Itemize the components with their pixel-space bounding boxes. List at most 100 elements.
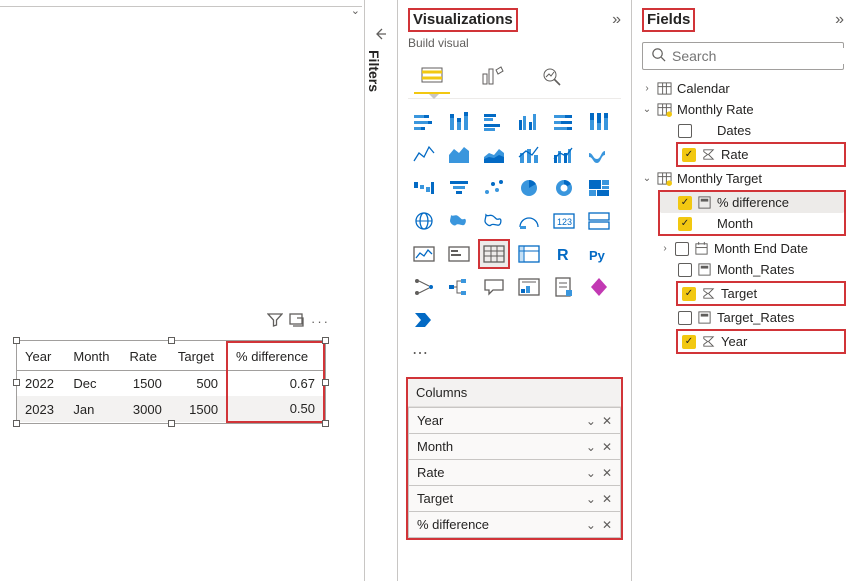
viz-gauge-icon[interactable] — [513, 206, 545, 236]
remove-field-icon[interactable]: ✕ — [602, 518, 612, 532]
more-visuals-icon[interactable]: ⋯ — [412, 343, 429, 363]
field-well-item[interactable]: Year⌄✕ — [408, 407, 621, 434]
remove-field-icon[interactable]: ✕ — [602, 440, 612, 454]
field-target[interactable]: ✓ Target — [676, 281, 846, 306]
viz-filled-map-icon[interactable] — [443, 206, 475, 236]
field-rate[interactable]: ✓ Rate — [676, 142, 846, 167]
tab-build-visual[interactable] — [414, 58, 450, 94]
viz-py-visual-icon[interactable]: Py — [583, 239, 615, 269]
viz-matrix-icon[interactable] — [513, 239, 545, 269]
viz-smart-narrative-icon[interactable] — [513, 272, 545, 302]
collapse-pane-icon[interactable] — [835, 11, 844, 29]
col-year[interactable]: Year — [17, 342, 65, 371]
search-input[interactable] — [672, 48, 853, 64]
field-dates[interactable]: Dates — [638, 120, 848, 141]
col-pct-difference[interactable]: % difference — [227, 342, 324, 371]
col-month[interactable]: Month — [65, 342, 121, 371]
chevron-down-icon[interactable]: ⌄ — [586, 414, 596, 428]
field-pct-difference[interactable]: ✓ % difference — [660, 192, 844, 213]
viz-r-visual-icon[interactable]: R — [548, 239, 580, 269]
table-node-monthly-target[interactable]: ⌄ Monthly Target — [638, 168, 848, 189]
viz-treemap-icon[interactable] — [583, 173, 615, 203]
viz-map-icon[interactable] — [408, 206, 440, 236]
expand-left-icon[interactable] — [373, 26, 389, 45]
field-label: Dates — [717, 123, 751, 138]
viz-pie-icon[interactable] — [513, 173, 545, 203]
table-visual[interactable]: ··· Year Month Rate Target % difference — [16, 340, 326, 424]
viz-area-icon[interactable] — [443, 140, 475, 170]
collapse-icon[interactable]: ⌄ — [642, 173, 652, 184]
field-checkbox[interactable]: ✓ — [678, 217, 692, 231]
chevron-down-icon[interactable]: ⌄ — [586, 518, 596, 532]
table-node-calendar[interactable]: › Calendar — [638, 78, 848, 99]
collapse-pane-icon[interactable] — [612, 11, 621, 29]
viz-multirow-card-icon[interactable] — [583, 206, 615, 236]
viz-stacked-bar-icon[interactable] — [408, 107, 440, 137]
viz-line-stacked-column-icon[interactable] — [513, 140, 545, 170]
chevron-down-icon[interactable]: ⌄ — [586, 466, 596, 480]
remove-field-icon[interactable]: ✕ — [602, 414, 612, 428]
expand-icon[interactable]: › — [642, 83, 652, 94]
viz-ribbon-icon[interactable] — [583, 140, 615, 170]
col-rate[interactable]: Rate — [121, 342, 169, 371]
filter-icon[interactable] — [267, 312, 283, 331]
viz-stacked-area-icon[interactable] — [478, 140, 510, 170]
viz-100-stacked-bar-icon[interactable] — [548, 107, 580, 137]
field-month-rates[interactable]: Month_Rates — [638, 259, 848, 280]
viz-decomposition-tree-icon[interactable] — [443, 272, 475, 302]
viz-key-influencers-icon[interactable] — [408, 272, 440, 302]
field-checkbox[interactable]: ✓ — [678, 196, 692, 210]
tab-analytics[interactable] — [534, 58, 570, 94]
field-month-end-date[interactable]: › Month End Date — [638, 238, 848, 259]
tab-format-visual[interactable] — [474, 58, 510, 94]
viz-paginated-report-icon[interactable] — [548, 272, 580, 302]
focus-mode-icon[interactable] — [289, 312, 305, 331]
viz-line-icon[interactable] — [408, 140, 440, 170]
viz-card-icon[interactable]: 123 — [548, 206, 580, 236]
viz-donut-icon[interactable] — [548, 173, 580, 203]
remove-field-icon[interactable]: ✕ — [602, 466, 612, 480]
expand-icon[interactable]: › — [660, 243, 670, 254]
field-target-rates[interactable]: Target_Rates — [638, 307, 848, 328]
table-node-monthly-rate[interactable]: ⌄ Monthly Rate — [638, 99, 848, 120]
field-checkbox[interactable]: ✓ — [682, 335, 696, 349]
chevron-down-icon[interactable]: ⌄ — [586, 440, 596, 454]
viz-100-stacked-column-icon[interactable] — [583, 107, 615, 137]
viz-waterfall-icon[interactable] — [408, 173, 440, 203]
remove-field-icon[interactable]: ✕ — [602, 492, 612, 506]
field-checkbox[interactable] — [678, 124, 692, 138]
field-well-item[interactable]: % difference ⌄ ✕ — [408, 512, 621, 538]
field-label: % difference — [417, 517, 489, 532]
field-checkbox[interactable]: ✓ — [682, 287, 696, 301]
viz-azure-map-icon[interactable] — [478, 206, 510, 236]
chevron-down-icon[interactable]: ⌄ — [586, 492, 596, 506]
viz-power-automate-icon[interactable] — [408, 305, 440, 335]
more-options-icon[interactable]: ··· — [311, 314, 330, 329]
field-well-item[interactable]: Rate⌄✕ — [408, 460, 621, 486]
viz-slicer-icon[interactable] — [443, 239, 475, 269]
viz-stacked-column-icon[interactable] — [443, 107, 475, 137]
viz-funnel-icon[interactable] — [443, 173, 475, 203]
field-year[interactable]: ✓ Year — [676, 329, 846, 354]
viz-power-apps-icon[interactable] — [583, 272, 615, 302]
field-checkbox[interactable]: ✓ — [682, 148, 696, 162]
viz-table-icon[interactable] — [478, 239, 510, 269]
filters-pane-collapsed[interactable]: Filters — [364, 0, 398, 581]
field-well-item[interactable]: Target⌄✕ — [408, 486, 621, 512]
fields-search[interactable] — [642, 42, 844, 70]
viz-line-clustered-column-icon[interactable] — [548, 140, 580, 170]
viz-scatter-icon[interactable] — [478, 173, 510, 203]
field-checkbox[interactable] — [678, 311, 692, 325]
field-well-item[interactable]: Month⌄✕ — [408, 434, 621, 460]
field-month[interactable]: ✓ Month — [660, 213, 844, 234]
canvas-chevron-down-icon[interactable]: ⌄ — [351, 4, 360, 17]
viz-qna-icon[interactable] — [478, 272, 510, 302]
report-canvas[interactable]: ⌄ ··· Year Month Rate Target % differenc… — [0, 0, 362, 581]
collapse-icon[interactable]: ⌄ — [642, 104, 652, 115]
viz-clustered-bar-icon[interactable] — [478, 107, 510, 137]
field-checkbox[interactable] — [678, 263, 692, 277]
col-target[interactable]: Target — [170, 342, 227, 371]
viz-kpi-icon[interactable] — [408, 239, 440, 269]
field-checkbox[interactable] — [675, 242, 689, 256]
viz-clustered-column-icon[interactable] — [513, 107, 545, 137]
